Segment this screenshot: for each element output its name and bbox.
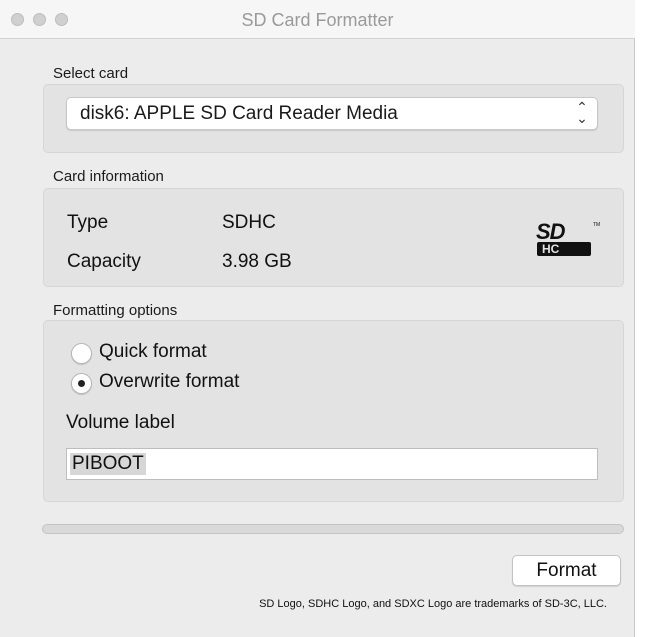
window-title: SD Card Formatter [241,10,394,30]
quick-format-radio[interactable] [71,343,92,364]
format-progress-bar [42,524,624,534]
quick-format-label[interactable]: Quick format [99,341,207,363]
trademark-notice: SD Logo, SDHC Logo, and SDXC Logo are tr… [259,598,607,610]
format-button[interactable]: Format [512,555,621,586]
card-select-value: disk6: APPLE SD Card Reader Media [80,103,398,124]
capacity-value: 3.98 GB [222,251,292,272]
card-select-dropdown[interactable]: disk6: APPLE SD Card Reader Media ⌃ ⌄ [66,97,598,130]
type-value: SDHC [222,212,276,233]
capacity-key: Capacity [67,251,141,272]
volume-label-title: Volume label [66,412,175,433]
title-bar: SD Card Formatter [0,0,635,39]
card-information-label: Card information [53,168,164,185]
radio-selected-dot [78,380,85,387]
svg-text:HC: HC [542,242,560,256]
svg-text:TM: TM [593,222,600,228]
overwrite-format-label[interactable]: Overwrite format [99,371,239,393]
type-key: Type [67,212,109,233]
formatting-options-label: Formatting options [53,302,178,319]
volume-label-value: PIBOOT [70,453,146,475]
volume-label-input[interactable]: PIBOOT [66,448,598,480]
overwrite-format-radio[interactable] [71,373,92,394]
select-card-label: Select card [53,65,129,82]
svg-text:SD: SD [536,220,566,244]
sdhc-logo-icon: SD TM HC [536,220,600,256]
up-down-chevron-icon: ⌃ ⌄ [576,99,588,126]
app-window: SD Card Formatter Select card disk6: APP… [0,0,635,637]
